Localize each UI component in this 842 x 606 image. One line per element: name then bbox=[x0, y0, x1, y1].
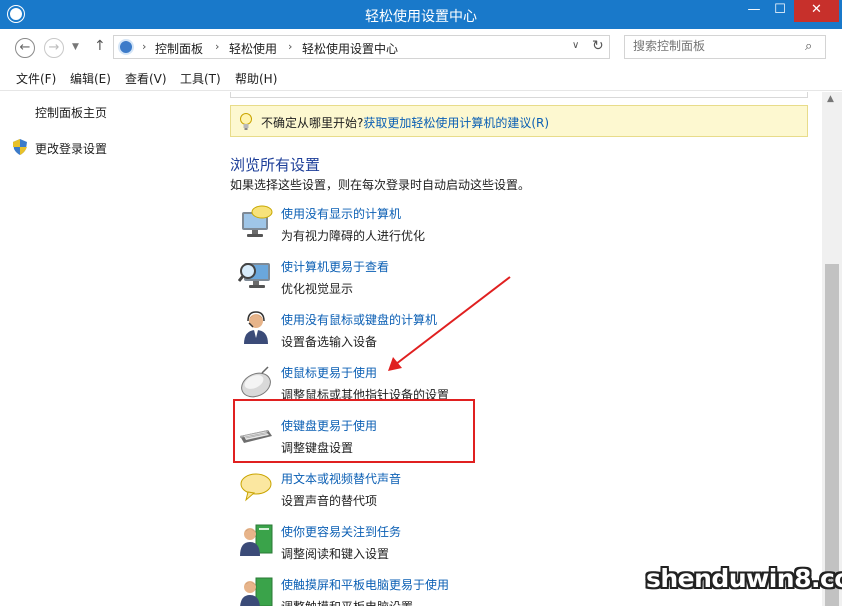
menu-help[interactable]: 帮助(H) bbox=[235, 70, 277, 87]
breadcrumb-separator[interactable]: › bbox=[142, 40, 146, 53]
menu-edit[interactable]: 编辑(E) bbox=[70, 70, 111, 87]
breadcrumb-control-panel[interactable]: 控制面板 bbox=[155, 40, 203, 57]
maximize-button[interactable]: ☐ bbox=[766, 0, 794, 22]
sidebar-item-change-login-settings[interactable]: 更改登录设置 bbox=[35, 140, 107, 157]
menu-tools[interactable]: 工具(T) bbox=[180, 70, 221, 87]
address-dropdown-icon[interactable]: ∨ bbox=[572, 40, 579, 51]
sidebar: 控制面板主页 更改登录设置 bbox=[0, 92, 220, 606]
back-button[interactable]: ← bbox=[15, 38, 35, 58]
close-button[interactable]: ✕ bbox=[794, 0, 839, 22]
main-content: 不确定从哪里开始?获取更加轻松使用计算机的建议(R) 浏览所有设置 如果选择这些… bbox=[220, 92, 822, 606]
minimize-button[interactable]: — bbox=[740, 0, 768, 22]
navigation-bar: ← → ▼ ↑ › 控制面板 › 轻松使用 › 轻松使用设置中心 ∨ ↻ ⌕ bbox=[0, 29, 842, 65]
control-panel-icon bbox=[118, 39, 134, 55]
breadcrumb-ease-of-access-center[interactable]: 轻松使用设置中心 bbox=[302, 40, 398, 57]
breadcrumb-separator[interactable]: › bbox=[215, 40, 219, 53]
search-input[interactable] bbox=[633, 39, 793, 53]
up-button[interactable]: ↑ bbox=[94, 38, 106, 54]
breadcrumb-separator[interactable]: › bbox=[288, 40, 292, 53]
forward-button[interactable]: → bbox=[44, 38, 64, 58]
breadcrumb-ease-of-access[interactable]: 轻松使用 bbox=[229, 40, 277, 57]
refresh-icon[interactable]: ↻ bbox=[592, 38, 604, 54]
scroll-up-icon[interactable]: ▲ bbox=[827, 94, 834, 104]
search-icon[interactable]: ⌕ bbox=[805, 39, 812, 54]
menu-bar: 文件(F) 编辑(E) 查看(V) 工具(T) 帮助(H) bbox=[0, 65, 842, 91]
window-title: 轻松使用设置中心 bbox=[365, 9, 477, 25]
search-box[interactable]: ⌕ bbox=[624, 35, 826, 59]
annotation-arrow bbox=[388, 276, 511, 371]
title-bar: 轻松使用设置中心 — ☐ ✕ bbox=[0, 0, 842, 29]
scrollbar-thumb[interactable] bbox=[825, 264, 839, 606]
address-field[interactable]: › 控制面板 › 轻松使用 › 轻松使用设置中心 ∨ ↻ bbox=[113, 35, 610, 59]
sidebar-item-control-panel-home[interactable]: 控制面板主页 bbox=[35, 104, 107, 121]
menu-view[interactable]: 查看(V) bbox=[125, 70, 167, 87]
watermark-text: shenduwin8.com bbox=[646, 564, 842, 593]
uac-shield-icon bbox=[13, 139, 27, 155]
recent-locations-chevron-icon[interactable]: ▼ bbox=[72, 42, 79, 52]
vertical-scrollbar[interactable]: ▲ bbox=[822, 92, 842, 606]
menu-file[interactable]: 文件(F) bbox=[16, 70, 56, 87]
